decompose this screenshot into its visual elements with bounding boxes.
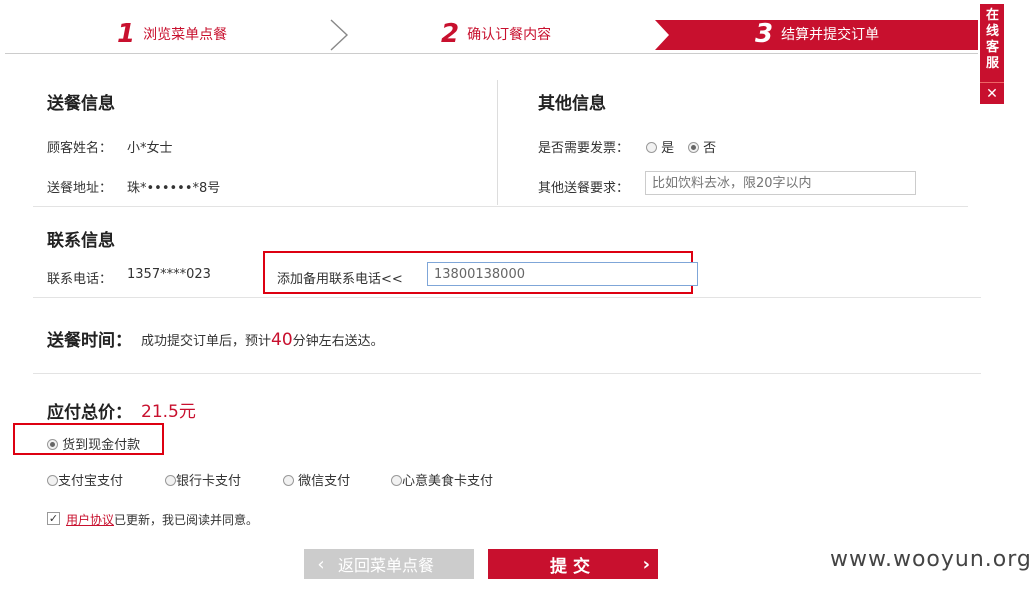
divider [33, 206, 968, 207]
add-backup-phone-link[interactable]: 添加备用联系电话<< [277, 268, 403, 287]
delivery-time-prefix: 成功提交订单后，预计 [141, 334, 272, 349]
delivery-note-input[interactable] [645, 171, 916, 195]
submit-label: 提交 [550, 556, 596, 577]
backup-phone-input[interactable] [427, 262, 698, 286]
chevron-left-icon: ‹ [317, 553, 325, 575]
divider [497, 80, 498, 205]
close-icon[interactable]: ✕ [980, 82, 1004, 104]
payment-card-option[interactable]: 心意美食卡支付 [391, 470, 493, 489]
payment-bank-radio[interactable] [165, 475, 176, 486]
online-service-widget[interactable]: 在线客服 ✕ [980, 4, 1004, 104]
online-service-label: 在线客服 [986, 8, 1000, 71]
invoice-no-radio[interactable] [688, 142, 699, 153]
step-number: 1 [117, 19, 136, 49]
contact-phone-label: 联系电话： [47, 272, 113, 287]
payment-alipay-label: 支付宝支付 [58, 474, 124, 489]
delivery-address-label: 送餐地址： [47, 181, 113, 196]
delivery-time-suffix: 分钟左右送达。 [292, 334, 384, 349]
delivery-time-text: 成功提交订单后，预计40分钟左右送达。 [141, 330, 384, 350]
step-label: 结算并提交订单 [781, 27, 880, 43]
delivery-note-label: 其他送餐要求： [538, 181, 630, 196]
watermark: www.wooyun.org [830, 547, 1032, 572]
payment-bank-label: 银行卡支付 [176, 474, 242, 489]
chevron-right-icon: › [642, 553, 650, 575]
payment-wechat-radio[interactable] [283, 475, 294, 486]
payment-card-label: 心意美食卡支付 [402, 474, 494, 489]
back-to-menu-label: 返回菜单点餐 [338, 556, 435, 575]
customer-name-label: 顾客姓名： [47, 141, 113, 156]
contact-phone-value: 1357****023 [127, 267, 211, 282]
payment-cash-radio[interactable] [47, 439, 58, 450]
delivery-time-title: 送餐时间： [47, 331, 132, 351]
order-steps: 1 浏览菜单点餐 2 确认订餐内容 3 结算并提交订单 [5, 14, 978, 54]
payment-cash-label: 货到现金付款 [62, 438, 141, 453]
payment-wechat-option[interactable]: 微信支付 [283, 470, 350, 489]
back-to-menu-button[interactable]: ‹ 返回菜单点餐 [304, 549, 474, 579]
step-checkout: 3 结算并提交订单 [755, 14, 879, 54]
step-browse-menu[interactable]: 1 浏览菜单点餐 [117, 14, 227, 54]
delivery-info-title: 送餐信息 [47, 94, 115, 114]
invoice-no-option[interactable]: 否 [688, 137, 716, 156]
step-label: 浏览菜单点餐 [143, 27, 228, 43]
payment-bank-option[interactable]: 银行卡支付 [165, 470, 241, 489]
other-info-title: 其他信息 [538, 94, 606, 114]
total-price-title: 应付总价： [47, 403, 132, 423]
divider [33, 373, 981, 374]
contact-info-title: 联系信息 [47, 231, 115, 251]
agreement-text: 用户协议已更新，我已阅读并同意。 [66, 511, 258, 528]
user-agreement-link[interactable]: 用户协议 [66, 513, 114, 527]
submit-order-button[interactable]: 提交 › [488, 549, 658, 579]
payment-cash-option[interactable]: 货到现金付款 [47, 434, 140, 453]
step-number: 2 [441, 19, 460, 49]
chevron-right-icon [330, 19, 349, 51]
invoice-label: 是否需要发票： [538, 141, 630, 156]
payment-card-radio[interactable] [391, 475, 402, 486]
invoice-yes-label: 是 [661, 141, 675, 156]
invoice-yes-radio[interactable] [646, 142, 657, 153]
customer-name-value: 小*女士 [127, 141, 173, 156]
agreement-statement: 已更新，我已阅读并同意。 [114, 513, 259, 527]
invoice-yes-option[interactable]: 是 [646, 137, 674, 156]
payment-alipay-option[interactable]: 支付宝支付 [47, 470, 123, 489]
divider [33, 297, 981, 298]
payment-alipay-radio[interactable] [47, 475, 58, 486]
step-confirm-order[interactable]: 2 确认订餐内容 [441, 14, 551, 54]
total-price-amount: 21.5元 [141, 402, 196, 422]
delivery-minutes: 40 [271, 330, 293, 350]
invoice-no-label: 否 [703, 141, 717, 156]
agreement-checkbox[interactable]: ✓ [47, 512, 60, 525]
delivery-address-value: 珠*••••••*8号 [127, 181, 221, 196]
payment-wechat-label: 微信支付 [298, 474, 351, 489]
step-number: 3 [755, 19, 774, 49]
step-label: 确认订餐内容 [467, 27, 552, 43]
